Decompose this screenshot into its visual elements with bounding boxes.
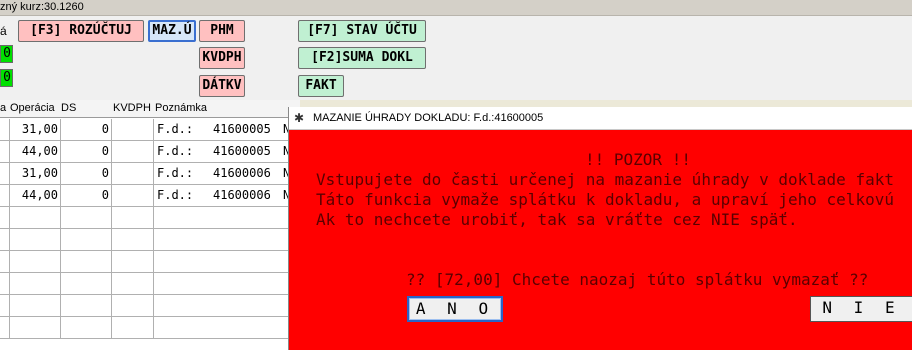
phm-button[interactable]: PHM (199, 20, 245, 42)
warning-title: !! POZOR !! (585, 150, 691, 169)
payments-table: a Operácia DS KVDPH Poznámka 31,00 0 F.d… (0, 100, 300, 350)
suma-dokladov-button[interactable]: [F2]SUMA DOKL (298, 47, 426, 69)
cell-kvdph[interactable] (112, 141, 154, 162)
column-header-ds[interactable]: DS (61, 102, 76, 114)
dialog-title: MAZANIE ÚHRADY DOKLADU: F.d.:41600005 (313, 112, 544, 124)
cell-kvdph[interactable] (112, 119, 154, 140)
cell-poznamka[interactable]: F.d.: 41600005 N (154, 119, 300, 140)
warning-line-1: Vstupujete do časti určenej na mazanie ú… (316, 170, 894, 189)
cell-poznamka[interactable]: F.d.: 41600006 N (154, 185, 300, 206)
column-header-operacia[interactable]: Operácia (10, 102, 55, 114)
empty-row[interactable] (0, 317, 300, 339)
column-header-a[interactable]: a (0, 102, 6, 114)
cell-operacia[interactable]: 44,00 (10, 141, 61, 162)
mazanie-uhrady-button[interactable]: MAZ.Ú (148, 20, 196, 42)
cell-poznamka[interactable]: F.d.: 41600006 N (154, 163, 300, 184)
warning-line-3: Ak to nechcete urobiť, tak sa vráťte cez… (316, 210, 798, 229)
cell-ds[interactable]: 0 (61, 185, 112, 206)
confirm-question: ?? [72,00] Chcete naozaj túto splátku vy… (406, 270, 869, 289)
yes-button[interactable]: A N O (407, 296, 503, 322)
empty-row[interactable] (0, 251, 300, 273)
cell-ds[interactable]: 0 (61, 141, 112, 162)
empty-row[interactable] (0, 295, 300, 317)
green-field-2[interactable]: 0 (0, 69, 13, 87)
toolbar: á 0 0 [F3] ROZÚČTUJ MAZ.Ú PHM KVDPH DÁTK… (0, 16, 912, 100)
table-header: a Operácia DS KVDPH Poznámka (0, 100, 300, 118)
warning-line-2: Táto funkcia vymaže splátku k dokladu, a… (316, 190, 894, 209)
cell-operacia[interactable]: 31,00 (10, 119, 61, 140)
exchange-rate-label: zný kurz:30.1260 (0, 1, 84, 13)
stav-uctu-button[interactable]: [F7] STAV ÚČTU (298, 20, 426, 42)
column-header-kvdph[interactable]: KVDPH (113, 102, 151, 114)
toolbar-left-label: á (0, 24, 7, 38)
table-row[interactable]: 44,00 0 F.d.: 41600006 N (0, 185, 300, 207)
fakt-button[interactable]: FAKT (298, 75, 344, 97)
green-field-1[interactable]: 0 (0, 45, 13, 63)
kvdph-button[interactable]: KVDPH (199, 47, 245, 69)
column-header-poznamka[interactable]: Poznámka (155, 102, 207, 114)
table-row[interactable]: 31,00 0 F.d.: 41600005 N (0, 119, 300, 141)
app-icon: ✱ (294, 111, 305, 125)
table-row[interactable]: 31,00 0 F.d.: 41600006 N (0, 163, 300, 185)
delete-payment-dialog: ✱ MAZANIE ÚHRADY DOKLADU: F.d.:41600005 … (288, 107, 912, 350)
empty-row[interactable] (0, 273, 300, 295)
cell-ds[interactable]: 0 (61, 119, 112, 140)
cell-ds[interactable]: 0 (61, 163, 112, 184)
rozuctuj-button[interactable]: [F3] ROZÚČTUJ (18, 20, 144, 42)
cell-operacia[interactable]: 31,00 (10, 163, 61, 184)
table-row[interactable]: 44,00 0 F.d.: 41600005 N (0, 141, 300, 163)
empty-row[interactable] (0, 207, 300, 229)
cell-operacia[interactable]: 44,00 (10, 185, 61, 206)
dialog-title-bar[interactable]: ✱ MAZANIE ÚHRADY DOKLADU: F.d.:41600005 (289, 107, 912, 130)
cell-poznamka[interactable]: F.d.: 41600005 N (154, 141, 300, 162)
exchange-rate-bar: zný kurz:30.1260 (0, 0, 912, 16)
no-button[interactable]: N I E (810, 296, 912, 322)
cell-kvdph[interactable] (112, 163, 154, 184)
empty-row[interactable] (0, 229, 300, 251)
datkv-button[interactable]: DÁTKV (199, 75, 245, 97)
cell-kvdph[interactable] (112, 185, 154, 206)
